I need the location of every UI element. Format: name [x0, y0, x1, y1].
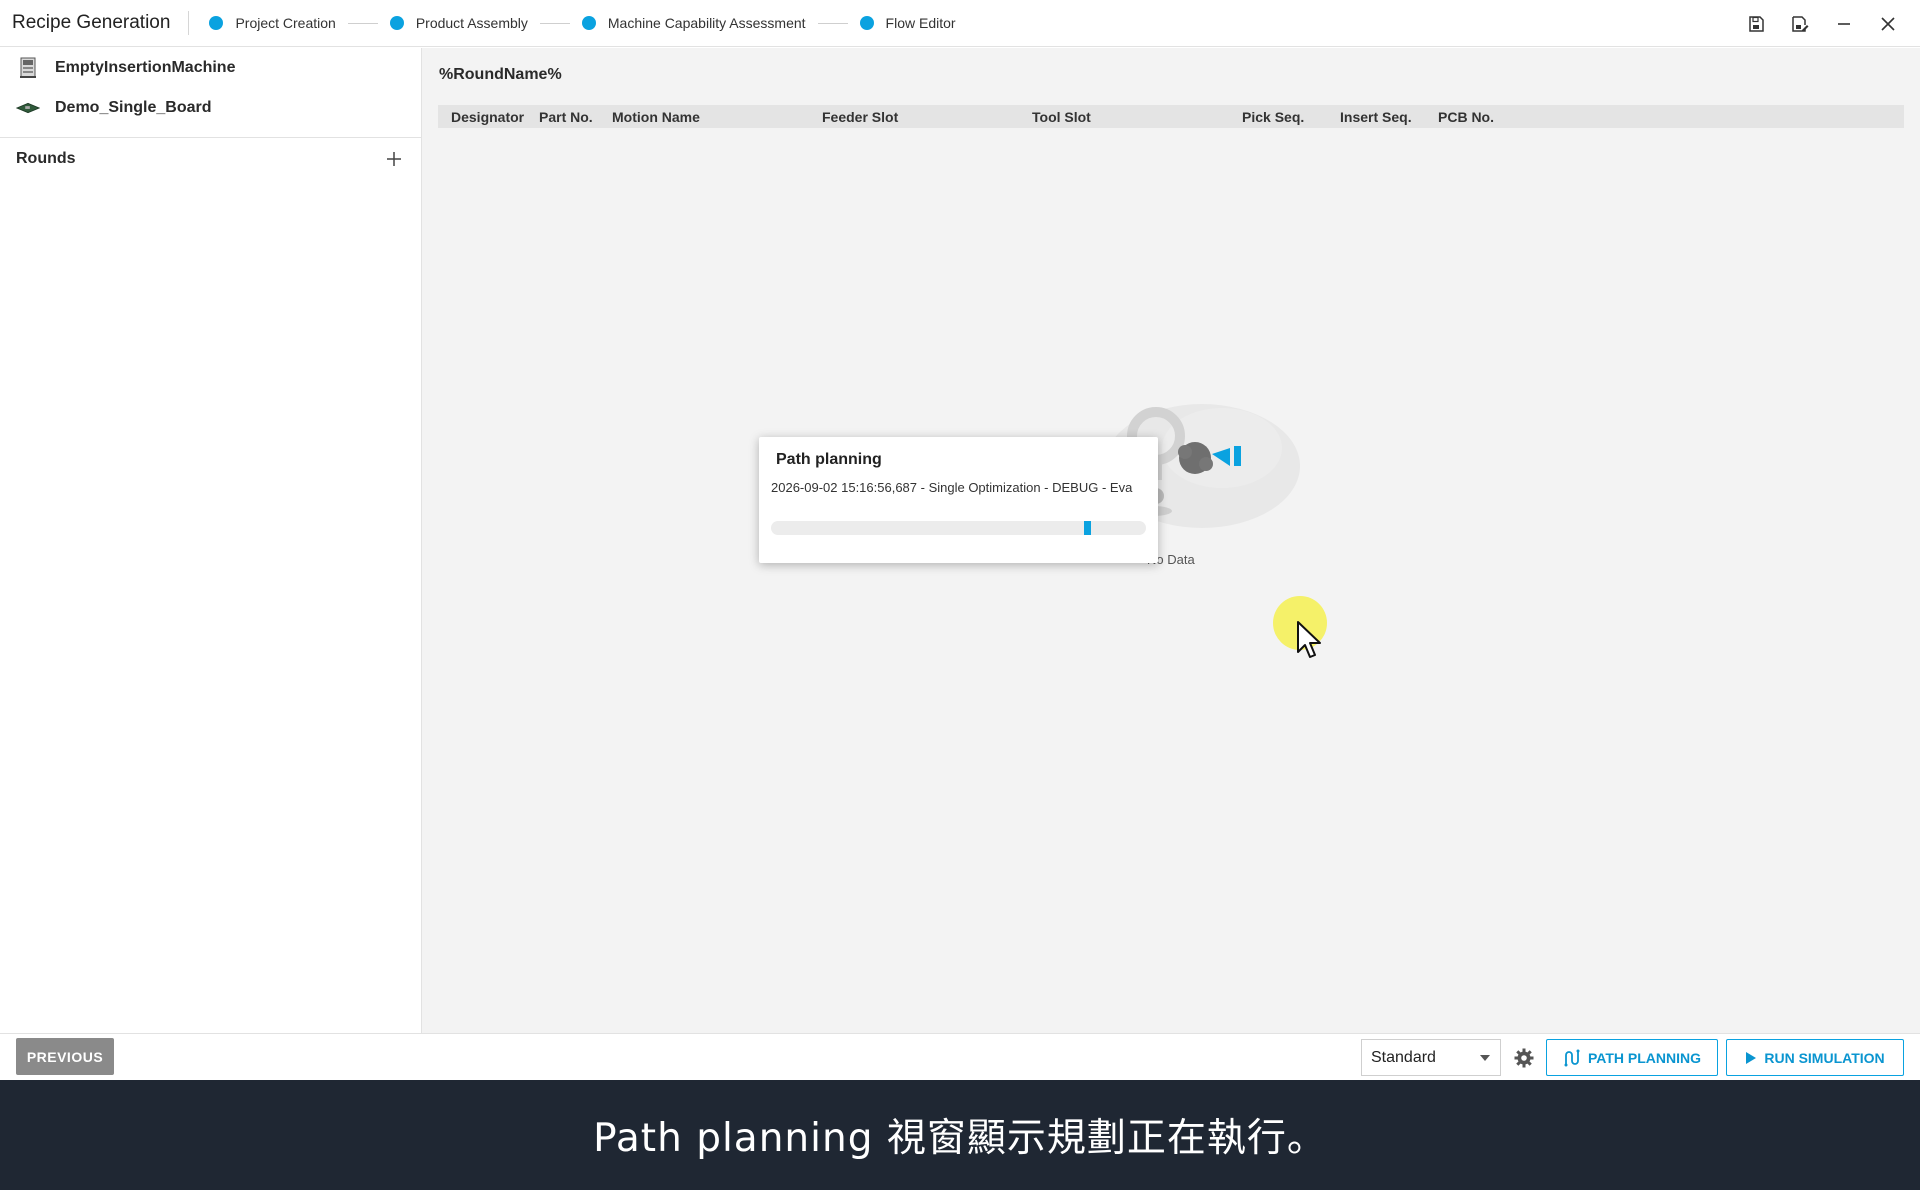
rounds-header: Rounds: [0, 137, 421, 179]
mode-select[interactable]: Standard: [1361, 1039, 1501, 1076]
plus-icon: [387, 151, 401, 166]
step-dot-icon: [209, 16, 224, 30]
machine-icon: [16, 56, 40, 80]
window-controls: [1734, 0, 1910, 47]
main-panel: %RoundName% Designator Part No. Motion N…: [422, 48, 1920, 1033]
close-icon: [1881, 16, 1895, 31]
pcb-board-icon: [16, 96, 40, 120]
column-header-feeder-slot[interactable]: Feeder Slot: [822, 109, 898, 125]
gear-icon: [1514, 1048, 1533, 1067]
chevron-down-icon: [1480, 1055, 1490, 1061]
save-as-button[interactable]: [1778, 0, 1822, 47]
step-dot-icon: [859, 16, 874, 30]
previous-button[interactable]: PREVIOUS: [16, 1038, 114, 1075]
rounds-label: Rounds: [16, 149, 76, 167]
sidebar: EmptyInsertionMachine Demo_Single_Board …: [0, 48, 422, 1033]
path-planning-label: PATH PLANNING: [1587, 1049, 1702, 1066]
path-planning-dialog: Path planning 2026-09-02 15:16:56,687 - …: [759, 437, 1158, 563]
save-as-icon: [1792, 15, 1809, 32]
settings-button[interactable]: [1510, 1044, 1537, 1071]
workflow-stepper: Project Creation Product Assembly Machin…: [209, 15, 956, 31]
sidebar-item-board[interactable]: Demo_Single_Board: [0, 88, 421, 128]
subtitle-caption: Path planning 視窗顯示規劃正在執行。: [0, 1080, 1920, 1190]
round-name-title: %RoundName%: [439, 66, 562, 83]
save-button[interactable]: [1734, 0, 1778, 47]
dialog-log-line: 2026-09-02 15:16:56,687 - Single Optimiz…: [771, 480, 1133, 495]
column-header-insert-seq[interactable]: Insert Seq.: [1340, 109, 1412, 125]
step-connector: [817, 22, 848, 24]
add-round-button[interactable]: [383, 148, 405, 170]
column-header-motion-name[interactable]: Motion Name: [612, 109, 700, 125]
play-icon: [1746, 1051, 1757, 1064]
sidebar-item-label: Demo_Single_Board: [55, 99, 212, 116]
column-header-pcb-no[interactable]: PCB No.: [1438, 109, 1494, 125]
column-header-pick-seq[interactable]: Pick Seq.: [1242, 109, 1304, 125]
path-planning-button[interactable]: PATH PLANNING: [1546, 1039, 1718, 1076]
step-label: Project Creation: [235, 15, 336, 31]
step-flow-editor[interactable]: Flow Editor: [859, 15, 956, 31]
save-icon: [1749, 15, 1764, 32]
footer-bar: PREVIOUS Standard PATH PLANNING RUN SIMU…: [0, 1033, 1920, 1080]
step-dot-icon: [581, 16, 596, 30]
run-simulation-label: RUN SIMULATION: [1764, 1049, 1885, 1066]
step-product-assembly[interactable]: Product Assembly: [389, 15, 528, 31]
mouse-pointer-icon: [1297, 621, 1321, 658]
table-header: Designator Part No. Motion Name Feeder S…: [438, 105, 1904, 128]
dialog-title: Path planning: [776, 451, 882, 468]
close-button[interactable]: [1866, 0, 1910, 47]
run-simulation-button[interactable]: RUN SIMULATION: [1726, 1039, 1904, 1076]
minimize-button[interactable]: [1822, 0, 1866, 47]
column-header-part-no[interactable]: Part No.: [539, 109, 593, 125]
app-title: Recipe Generation: [12, 11, 190, 35]
sidebar-item-label: EmptyInsertionMachine: [55, 59, 236, 76]
step-label: Flow Editor: [885, 15, 956, 31]
step-machine-capability-assessment[interactable]: Machine Capability Assessment: [581, 15, 806, 31]
step-project-creation[interactable]: Project Creation: [209, 15, 336, 31]
mode-select-value: Standard: [1371, 1048, 1436, 1066]
title-bar: Recipe Generation Project Creation Produ…: [0, 0, 1920, 47]
step-connector: [347, 22, 378, 24]
path-icon: [1564, 1049, 1580, 1066]
progress-bar: [771, 521, 1146, 535]
step-label: Machine Capability Assessment: [607, 15, 806, 31]
sidebar-item-machine[interactable]: EmptyInsertionMachine: [0, 48, 421, 88]
column-header-tool-slot[interactable]: Tool Slot: [1032, 109, 1091, 125]
step-connector: [539, 22, 570, 24]
progress-indicator: [1083, 521, 1091, 535]
minimize-icon: [1838, 22, 1850, 25]
step-dot-icon: [389, 16, 404, 30]
column-header-designator[interactable]: Designator: [451, 109, 524, 125]
step-label: Product Assembly: [415, 15, 528, 31]
